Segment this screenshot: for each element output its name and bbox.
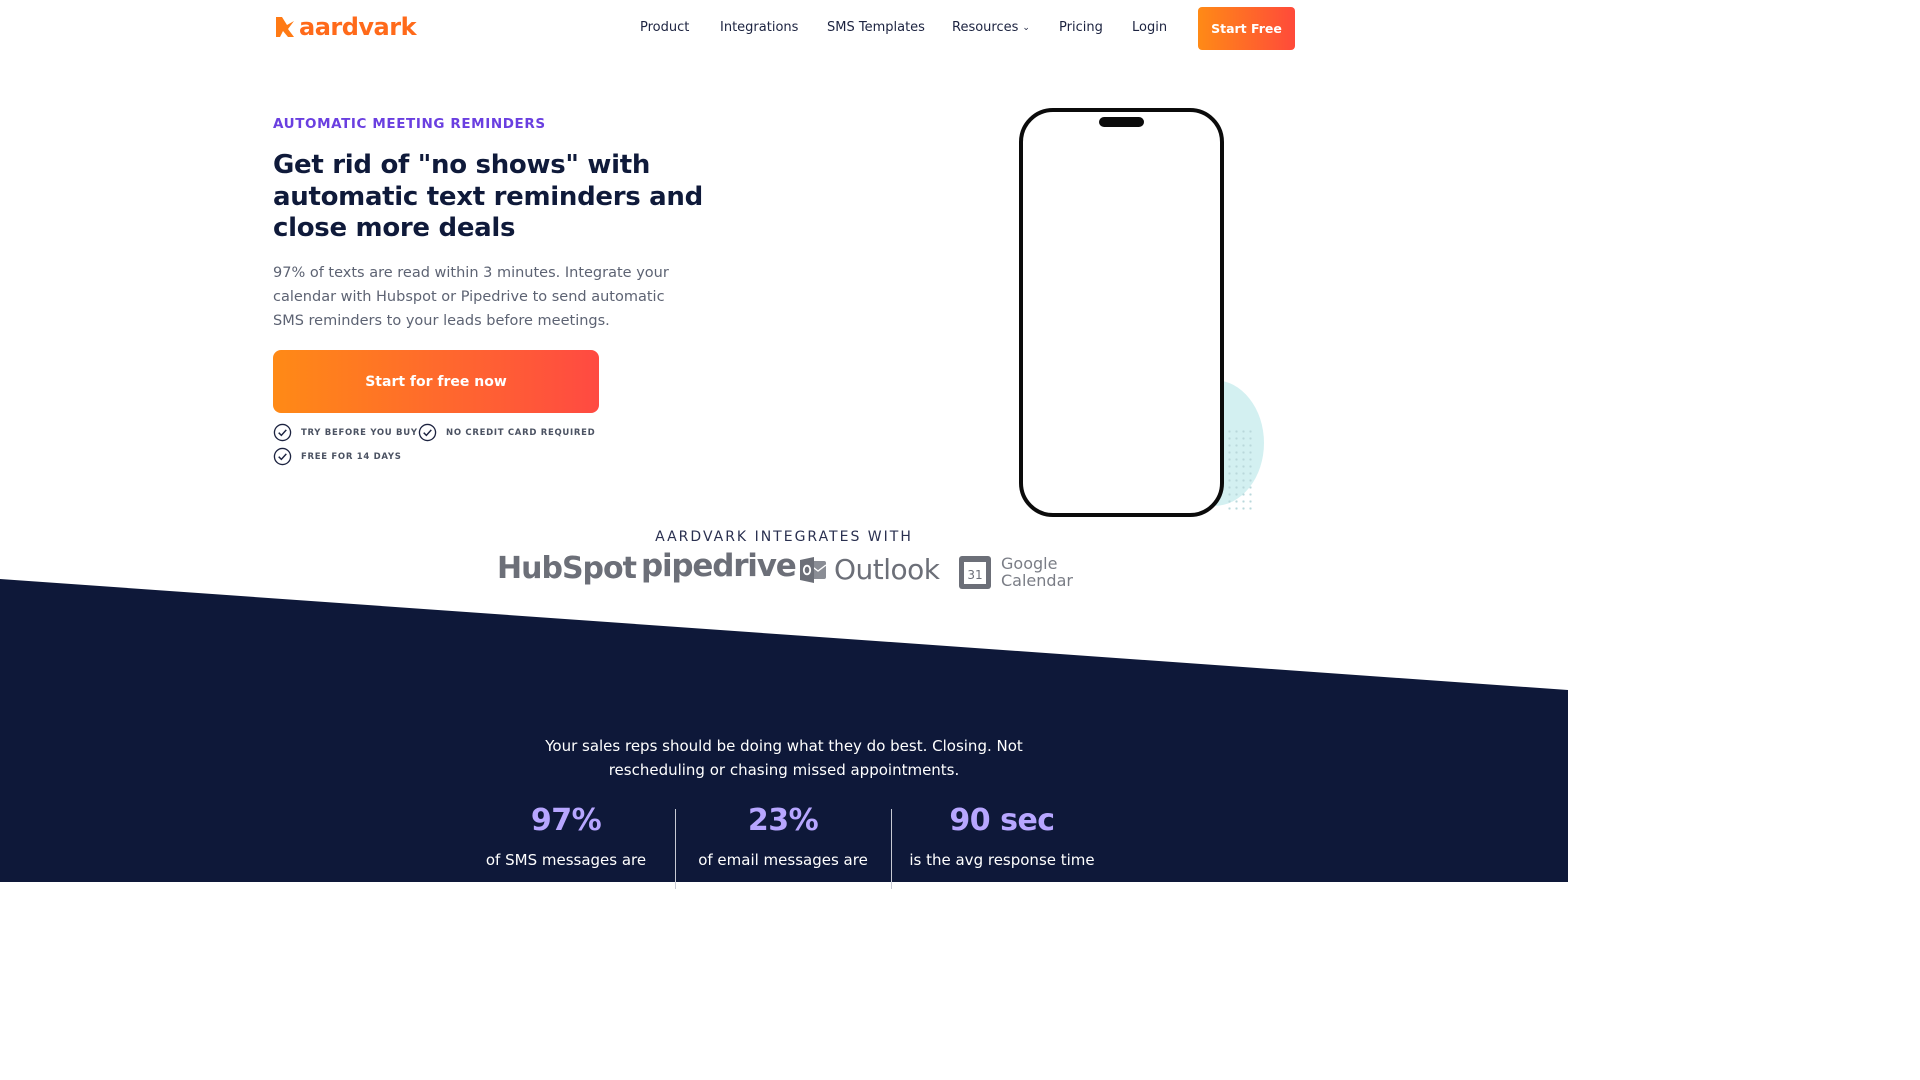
- stat-item: 90 sec is the avg response time: [902, 800, 1102, 872]
- integrations-label: AARDVARK INTEGRATES WITH: [655, 529, 913, 545]
- check-circle-icon: [418, 423, 437, 442]
- stat-item: 23% of email messages are: [683, 800, 883, 872]
- stat-value: 23%: [747, 803, 819, 838]
- check-circle-icon: [273, 447, 292, 466]
- outlook-logo: Outlook: [799, 553, 940, 586]
- phone-notch: [1099, 117, 1144, 127]
- perk-item: TRY BEFORE YOU BUY: [273, 423, 418, 442]
- value-tagline: Your sales reps should be doing what the…: [545, 737, 1023, 779]
- perk-label: FREE FOR 14 DAYS: [301, 451, 402, 462]
- google-calendar-word1: Google: [1001, 554, 1058, 573]
- phone-mockup: [1019, 108, 1224, 517]
- hero-subtitle: 97% of texts are read within 3 minutes. …: [273, 265, 669, 329]
- hero-title: Get rid of "no shows" with automatic tex…: [273, 150, 703, 243]
- stat-description: of email messages are: [698, 851, 868, 869]
- stat-description: of SMS messages are: [485, 851, 647, 869]
- stat-value: 90 sec: [949, 803, 1055, 838]
- pipedrive-logo: pipedrive: [641, 548, 797, 584]
- google-calendar-icon: 31: [959, 555, 991, 589]
- stat-description: is the avg response time: [909, 851, 1095, 869]
- google-calendar-word2: Calendar: [1001, 571, 1073, 590]
- outlook-wordmark: Outlook: [834, 553, 940, 586]
- hubspot-logo: HubSpot: [497, 551, 637, 586]
- google-calendar-logo: 31 Google Calendar: [959, 555, 1073, 589]
- decorative-dots: [1226, 428, 1254, 510]
- start-for-free-button[interactable]: Start for free now: [273, 350, 599, 413]
- calendar-day-number: 31: [967, 568, 982, 582]
- perk-label: NO CREDIT CARD REQUIRED: [446, 427, 596, 438]
- check-circle-icon: [273, 423, 292, 442]
- perk-item: FREE FOR 14 DAYS: [273, 447, 402, 466]
- perk-item: NO CREDIT CARD REQUIRED: [418, 423, 595, 442]
- hero-eyebrow: AUTOMATIC MEETING REMINDERS: [273, 116, 546, 132]
- perk-label: TRY BEFORE YOU BUY: [301, 427, 418, 438]
- stat-value: 97%: [530, 803, 602, 838]
- stat-divider: [675, 809, 676, 889]
- stat-divider: [891, 809, 892, 889]
- stat-item: 97% of SMS messages are: [466, 800, 666, 872]
- outlook-icon: [800, 556, 827, 583]
